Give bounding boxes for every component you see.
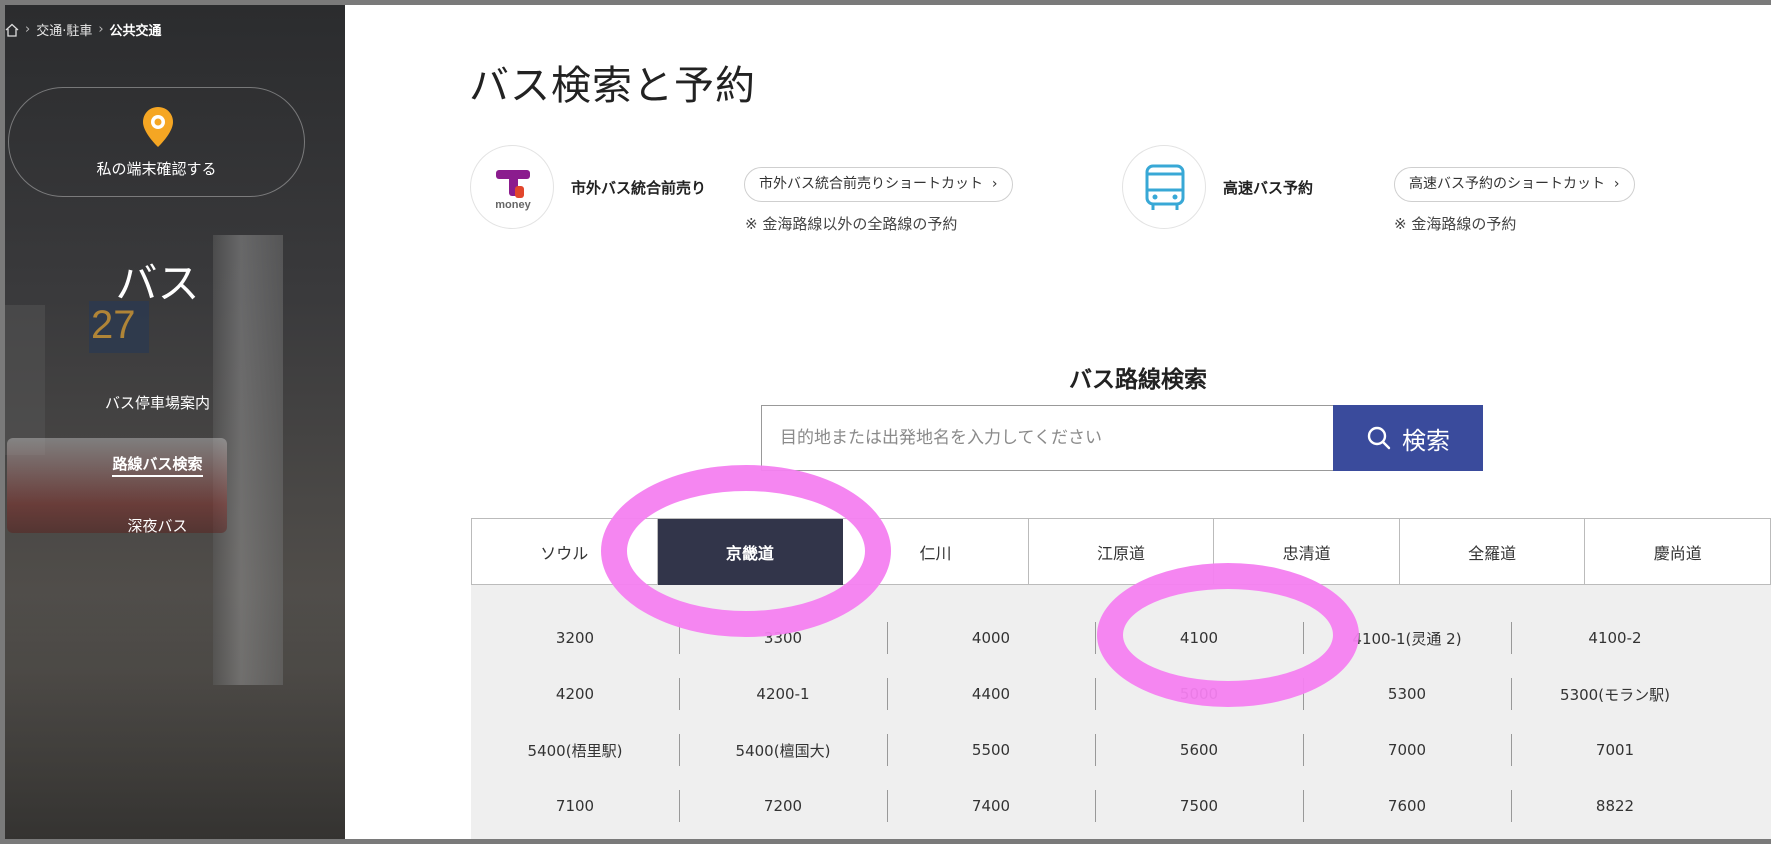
tab-incheon[interactable]: 仁川 xyxy=(843,519,1029,585)
breadcrumb: › 交通·駐車 › 公共交通 xyxy=(5,20,162,39)
route-row: 4200 4200-1 4400 5000 5300 5300(モラン駅) xyxy=(471,678,1719,710)
route-link[interactable]: 4200 xyxy=(471,678,679,710)
check-device-label: 私の端末確認する xyxy=(96,160,217,178)
route-link[interactable]: 7500 xyxy=(1095,790,1303,822)
route-link[interactable]: 4100-2 xyxy=(1511,622,1719,654)
service-name: 高速バス予約 xyxy=(1223,179,1314,197)
route-list: 3200 3300 4000 4100 4100-1(灵通 2) 4100-2 … xyxy=(471,585,1771,839)
bus-icon xyxy=(1145,164,1185,210)
tab-gyeonggi[interactable]: 京畿道 xyxy=(657,519,844,593)
chevron-right-icon: › xyxy=(25,22,31,37)
chevron-right-icon: › xyxy=(1609,176,1620,192)
route-link[interactable]: 7100 xyxy=(471,790,679,822)
tab-gyeongsang[interactable]: 慶尚道 xyxy=(1585,519,1771,585)
sidebar: 27 › 交通·駐車 › 公共交通 私の端末確認する バス バス停車場案内 路線… xyxy=(5,5,345,839)
sidebar-item-bus-stops[interactable]: バス停車場案内 xyxy=(5,392,310,413)
breadcrumb-item[interactable]: 交通·駐車 xyxy=(36,20,92,39)
route-link[interactable]: 4400 xyxy=(887,678,1095,710)
shortcut-label: 高速バス予約のショートカット xyxy=(1409,176,1605,192)
tab-jeolla[interactable]: 全羅道 xyxy=(1399,519,1586,585)
shortcut-label: 市外バス統合前売りショートカット xyxy=(759,176,983,192)
sidebar-item-late-night-bus[interactable]: 深夜バス xyxy=(5,515,310,536)
route-link[interactable]: 3300 xyxy=(679,622,887,654)
background-photo-floor xyxy=(5,595,345,839)
search-icon xyxy=(1367,426,1391,450)
svg-text:money: money xyxy=(495,199,531,211)
check-device-button[interactable]: 私の端末確認する xyxy=(8,87,305,197)
route-link[interactable]: 5300(モラン駅) xyxy=(1511,678,1719,710)
route-link[interactable]: 4100 xyxy=(1095,622,1303,654)
service-note: ※ 金海路線の予約 xyxy=(1394,215,1517,233)
search-button[interactable]: 検索 xyxy=(1333,405,1483,471)
location-pin-icon xyxy=(143,107,173,147)
route-link[interactable]: 7600 xyxy=(1303,790,1511,822)
sidebar-item-label: 深夜バス xyxy=(127,517,188,535)
route-search-title: バス路線検索 xyxy=(1069,367,1207,393)
chevron-right-icon: › xyxy=(98,22,104,37)
tab-seoul[interactable]: ソウル xyxy=(472,519,658,585)
route-link[interactable]: 5500 xyxy=(887,734,1095,766)
breadcrumb-current[interactable]: 公共交通 xyxy=(110,20,162,39)
home-icon[interactable] xyxy=(5,23,19,37)
route-link[interactable]: 7400 xyxy=(887,790,1095,822)
route-row: 5400(梧里駅) 5400(檀国大) 5500 5600 7000 7001 xyxy=(471,734,1719,766)
route-link[interactable]: 4000 xyxy=(887,622,1095,654)
region-tabs: ソウル 京畿道 仁川 江原道 忠清道 全羅道 慶尚道 xyxy=(471,518,1771,593)
tmoney-logo: money xyxy=(470,145,554,229)
route-link[interactable]: 5400(檀国大) xyxy=(679,734,887,766)
search-box xyxy=(761,405,1333,471)
route-link[interactable]: 5000 xyxy=(1095,678,1303,710)
sidebar-title: バス xyxy=(115,259,200,308)
tmoney-logo-icon: money xyxy=(495,170,532,211)
sidebar-item-label: 路線バス検索 xyxy=(112,455,203,477)
tab-chungcheong[interactable]: 忠清道 xyxy=(1214,519,1400,585)
search-button-label: 検索 xyxy=(1402,426,1450,455)
route-link[interactable]: 4200-1 xyxy=(679,678,887,710)
express-shortcut-button[interactable]: 高速バス予約のショートカット › xyxy=(1394,167,1635,202)
page-title: バス検索と予約 xyxy=(469,63,756,109)
route-link[interactable]: 5300 xyxy=(1303,678,1511,710)
search-input[interactable] xyxy=(762,406,1333,470)
service-name: 市外バス統合前売り xyxy=(571,179,707,197)
route-link[interactable]: 5400(梧里駅) xyxy=(471,734,679,766)
browser-page: 27 › 交通·駐車 › 公共交通 私の端末確認する バス バス停車場案内 路線… xyxy=(5,5,1771,839)
route-row: 7100 7200 7400 7500 7600 8822 xyxy=(471,790,1719,822)
route-row: 3200 3300 4000 4100 4100-1(灵通 2) 4100-2 xyxy=(471,622,1719,654)
sidebar-item-label: バス停車場案内 xyxy=(104,394,210,412)
route-link[interactable]: 4100-1(灵通 2) xyxy=(1303,622,1511,654)
route-link[interactable]: 7001 xyxy=(1511,734,1719,766)
sidebar-item-route-bus-search[interactable]: 路線バス検索 xyxy=(5,453,310,477)
tab-gangwon[interactable]: 江原道 xyxy=(1028,519,1215,585)
route-link[interactable]: 7200 xyxy=(679,790,887,822)
route-link[interactable]: 8822 xyxy=(1511,790,1719,822)
main-content: バス検索と予約 money 市外バス統合前売り 市外バス統合前売りショートカット… xyxy=(345,5,1771,839)
intercity-shortcut-button[interactable]: 市外バス統合前売りショートカット › xyxy=(744,167,1013,202)
chevron-right-icon: › xyxy=(987,176,998,192)
route-link[interactable]: 5600 xyxy=(1095,734,1303,766)
bus-logo xyxy=(1122,145,1206,229)
route-link[interactable]: 7000 xyxy=(1303,734,1511,766)
background-photo-pillar-left xyxy=(5,305,45,455)
route-link[interactable]: 3200 xyxy=(471,622,679,654)
service-note: ※ 金海路線以外の全路線の予約 xyxy=(745,215,958,233)
